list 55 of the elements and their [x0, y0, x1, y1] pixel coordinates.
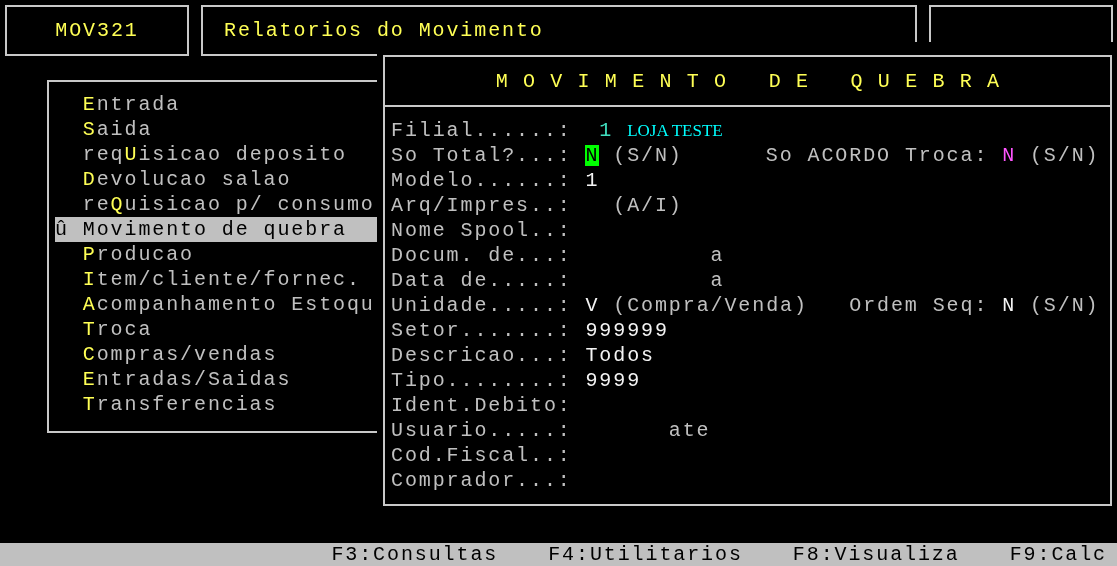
menu-item[interactable]: Acompanhamento Estoqu	[55, 292, 377, 317]
screen-title: Relatorios do Movimento	[224, 19, 544, 42]
field-label: Data de.....:	[391, 268, 572, 293]
field-value[interactable]: 1	[599, 118, 614, 143]
menu-item[interactable]: T ransferencias	[55, 392, 377, 417]
field-value[interactable]: 999999	[585, 318, 669, 343]
menu-item[interactable]: û Movimento de quebra	[55, 217, 377, 242]
field-label: Comprador...:	[391, 468, 572, 493]
form-title: MOVIMENTO DE QUEBRA	[495, 69, 1015, 93]
menu-item[interactable]: P roducao	[55, 242, 377, 267]
menu-item[interactable]: Saida	[55, 117, 377, 142]
menu-item[interactable]: reQuisicao p/ consumo	[55, 192, 377, 217]
function-key[interactable]: F9:Calc	[1009, 543, 1107, 566]
field-value[interactable]: N	[1002, 143, 1017, 168]
hint-text: (Compra/Venda)	[613, 293, 808, 318]
menu-item[interactable]: I tem/cliente/fornec.	[55, 267, 377, 292]
field-label: Setor.......:	[391, 318, 572, 343]
hint-text: (A/I)	[613, 193, 683, 218]
field-label: Descricao...:	[391, 343, 572, 368]
field-value[interactable]: N	[1002, 293, 1017, 318]
hint-text: (S/N)	[1029, 293, 1100, 318]
range-separator: ate	[668, 418, 711, 443]
field-label: Ordem Seq:	[849, 293, 989, 318]
field-label: Ident.Debito:	[391, 393, 572, 418]
menu-item[interactable]: req U isicao deposito	[55, 142, 377, 167]
field-value[interactable]: 9999	[585, 368, 642, 393]
field-label: So ACORDO Troca:	[765, 143, 989, 168]
menu-item[interactable]: T roca	[55, 317, 377, 342]
field-label: So Total?...:	[391, 143, 572, 168]
program-code: MOV321	[55, 19, 139, 42]
menu-item[interactable]: Compras/vendas	[55, 342, 377, 367]
function-key[interactable]: F3:Consultas	[331, 543, 499, 566]
hint-text: (S/N)	[1029, 143, 1100, 168]
field-label: Modelo......:	[391, 168, 572, 193]
field-label: Cod.Fiscal..:	[391, 443, 572, 468]
menu-item[interactable]: Entradas/Saidas	[55, 367, 377, 392]
field-label: Nome Spool..:	[391, 218, 572, 243]
field-label: Arq/Impres..:	[391, 193, 572, 218]
function-key[interactable]: F4:Utilitarios	[548, 543, 743, 566]
range-separator: a	[710, 268, 725, 293]
range-separator: a	[710, 243, 725, 268]
field-label: Unidade.....:	[391, 293, 572, 318]
field-value[interactable]: 1	[585, 168, 600, 193]
menu-item[interactable]: Devolucao salao	[55, 167, 377, 192]
function-key[interactable]: F8:Visualiza	[792, 543, 960, 566]
field-label: Tipo........:	[391, 368, 572, 393]
field-value[interactable]: N	[585, 145, 600, 166]
menu-item[interactable]: Entrada	[55, 92, 377, 117]
field-description: LOJA TESTE	[627, 120, 723, 142]
field-label: Usuario.....:	[391, 418, 572, 443]
hint-text: (S/N)	[613, 143, 683, 168]
field-label: Docum. de...:	[391, 243, 572, 268]
field-value[interactable]: Todos	[585, 343, 655, 368]
field-value[interactable]: V	[585, 293, 600, 318]
field-label: Filial......:	[391, 118, 572, 143]
